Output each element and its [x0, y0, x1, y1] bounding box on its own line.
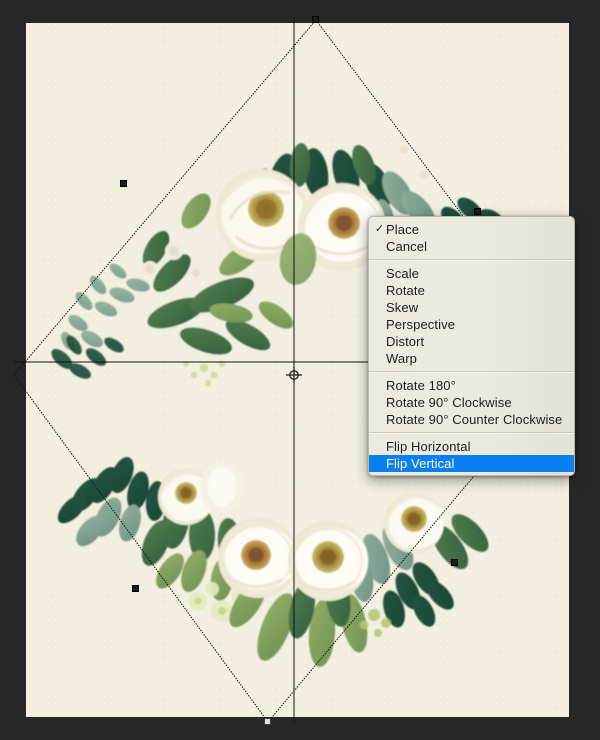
handle-bottom-left[interactable] [132, 585, 139, 592]
menu-item-label: Skew [386, 300, 419, 315]
menu-item-place[interactable]: ✓ Place [369, 221, 574, 238]
menu-item-flip-vertical[interactable]: Flip Vertical [369, 455, 574, 472]
menu-item-label: Place [386, 222, 420, 237]
menu-item-label: Flip Horizontal [386, 439, 471, 454]
application-window: ✓ Place Cancel Scale Rotate Skew Perspective Di… [0, 0, 600, 740]
menu-item-label: Rotate [386, 283, 425, 298]
menu-item-label: Rotate 180° [386, 378, 456, 393]
menu-item-label: Distort [386, 334, 425, 349]
menu-item-perspective[interactable]: Perspective [369, 316, 574, 333]
menu-item-label: Warp [386, 351, 417, 366]
menu-item-distort[interactable]: Distort [369, 333, 574, 350]
transform-context-menu[interactable]: ✓ Place Cancel Scale Rotate Skew Perspective Di… [368, 216, 575, 476]
menu-item-rotate-180[interactable]: Rotate 180° [369, 377, 574, 394]
menu-item-rotate[interactable]: Rotate [369, 282, 574, 299]
menu-item-scale[interactable]: Scale [369, 265, 574, 282]
menu-item-label: Flip Vertical [386, 456, 455, 471]
checkmark-icon: ✓ [374, 223, 385, 235]
handle-bottom-right[interactable] [451, 559, 458, 566]
menu-item-rotate-90-counter-clockwise[interactable]: Rotate 90° Counter Clockwise [369, 411, 574, 428]
handle-bottom[interactable] [264, 718, 271, 725]
menu-separator [369, 432, 574, 434]
menu-item-cancel[interactable]: Cancel [369, 238, 574, 255]
menu-item-label: Scale [386, 266, 420, 281]
menu-item-flip-horizontal[interactable]: Flip Horizontal [369, 438, 574, 455]
menu-item-skew[interactable]: Skew [369, 299, 574, 316]
menu-separator [369, 259, 574, 261]
menu-item-rotate-90-clockwise[interactable]: Rotate 90° Clockwise [369, 394, 574, 411]
handle-top-right[interactable] [474, 208, 481, 215]
handle-left-middle[interactable] [120, 180, 127, 187]
handle-top[interactable] [312, 16, 319, 23]
menu-item-warp[interactable]: Warp [369, 350, 574, 367]
menu-separator [369, 371, 574, 373]
menu-item-label: Rotate 90° Clockwise [386, 395, 512, 410]
menu-item-label: Perspective [386, 317, 456, 332]
menu-item-label: Cancel [386, 239, 428, 254]
menu-item-label: Rotate 90° Counter Clockwise [386, 412, 563, 427]
